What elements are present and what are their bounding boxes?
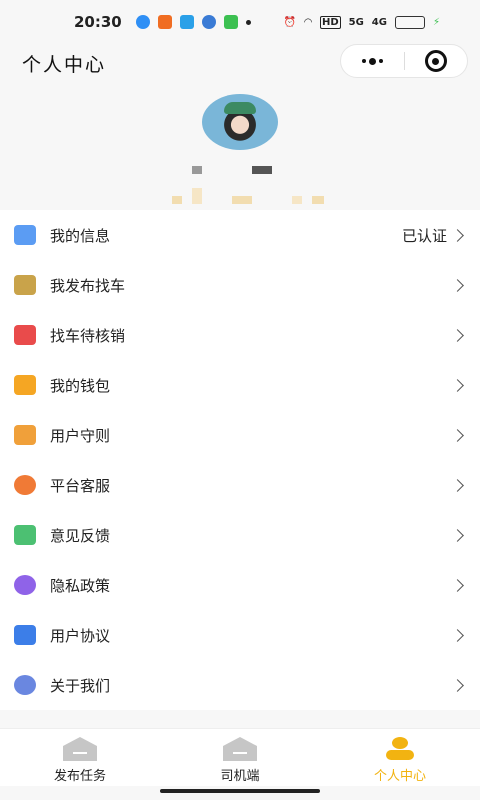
tab-label: 个人中心 [373, 769, 426, 784]
chevron-right-icon [451, 328, 464, 342]
blurred-username [252, 166, 272, 174]
feedback-icon [14, 525, 36, 545]
network-5g: 5G [348, 16, 364, 28]
blurred-info [172, 196, 182, 204]
chevron-right-icon [451, 678, 464, 692]
tab-label: 司机端 [220, 769, 260, 784]
taobao-icon [157, 15, 172, 29]
house-icon [223, 737, 257, 761]
close-miniprogram-button[interactable] [405, 45, 468, 77]
house-icon [63, 737, 97, 761]
chevron-right-icon [451, 278, 464, 292]
alarm-icon: ⏰ [283, 16, 297, 28]
menu-item-label: 找车待核销 [50, 326, 126, 345]
menu-item-label: 平台客服 [50, 476, 111, 495]
menu-item[interactable]: 我的钱包 [0, 360, 480, 410]
menu-item[interactable]: 找车待核销 [0, 310, 480, 360]
profile-section [0, 80, 480, 210]
tab-bar: 发布任务 司机端 个人中心 [0, 728, 480, 786]
more-button[interactable] [341, 45, 404, 77]
blurred-info [312, 196, 324, 204]
agreement-icon [14, 625, 36, 645]
menu-item[interactable]: 关于我们 [0, 660, 480, 710]
chevron-right-icon [451, 528, 464, 542]
blurred-info [192, 188, 202, 204]
tab-driver[interactable]: 司机端 [160, 729, 320, 786]
menu-item-label: 关于我们 [50, 676, 111, 695]
chevron-right-icon [451, 228, 464, 242]
app-notification-icon [135, 15, 150, 29]
battery-icon [394, 15, 425, 29]
menu-item[interactable]: 用户守则 [0, 410, 480, 460]
menu-item-label: 隐私政策 [50, 576, 111, 595]
id-card-icon [14, 225, 36, 245]
page-title: 个人中心 [22, 54, 107, 76]
message-app-icon [223, 15, 238, 29]
scan-icon [14, 325, 36, 345]
network-4g: 4G [371, 16, 387, 28]
tab-profile[interactable]: 个人中心 [320, 729, 480, 786]
about-icon [14, 675, 36, 695]
page-header: 个人中心 [0, 44, 480, 80]
system-icons: ⏰ ◠ HD 5G 4G ⚡ [283, 15, 440, 29]
blurred-username [192, 166, 202, 174]
chevron-right-icon [451, 478, 464, 492]
menu-item-label: 我的信息 [50, 226, 111, 245]
more-icon [361, 57, 383, 65]
person-icon [383, 737, 417, 761]
menu-item[interactable]: 我发布找车 [0, 260, 480, 310]
menu-item-label: 我的钱包 [50, 376, 111, 395]
hd-badge: HD [319, 15, 341, 29]
charging-icon: ⚡ [432, 16, 440, 28]
menu-item-label: 意见反馈 [50, 526, 111, 545]
status-time: 20:30 [74, 13, 122, 31]
send-icon [179, 15, 194, 29]
menu-item[interactable]: 平台客服 [0, 460, 480, 510]
blurred-info [232, 196, 252, 204]
wallet-icon [14, 375, 36, 395]
chevron-right-icon [451, 428, 464, 442]
menu-item-label: 我发布找车 [50, 276, 126, 295]
tab-label: 发布任务 [53, 769, 106, 784]
target-icon [424, 50, 447, 72]
home-indicator [160, 789, 320, 793]
notification-icons [135, 15, 251, 29]
chevron-right-icon [451, 578, 464, 592]
menu-item[interactable]: 隐私政策 [0, 560, 480, 610]
miniprogram-capsule [340, 44, 468, 78]
tab-publish-task[interactable]: 发布任务 [0, 729, 160, 786]
chevron-right-icon [451, 378, 464, 392]
menu-item-label: 用户协议 [50, 626, 111, 645]
wifi-icon: ◠ [304, 16, 312, 28]
menu-item[interactable]: 意见反馈 [0, 510, 480, 560]
blurred-info [292, 196, 302, 204]
menu-item[interactable]: 我的信息 已认证 [0, 210, 480, 260]
menu-item-status: 已认证 [401, 226, 447, 245]
status-bar: 20:30 ⏰ ◠ HD 5G 4G ⚡ [0, 0, 480, 44]
privacy-icon [14, 575, 36, 595]
avatar[interactable] [202, 94, 278, 150]
chevron-right-icon [451, 628, 464, 642]
menu-item[interactable]: 用户协议 [0, 610, 480, 660]
more-dot-icon [245, 19, 251, 25]
rules-icon [14, 425, 36, 445]
phone-icon [14, 475, 36, 495]
eye-app-icon [201, 15, 216, 29]
folder-icon [14, 275, 36, 295]
menu-item-label: 用户守则 [50, 426, 111, 445]
menu-list: 我的信息 已认证我发布找车找车待核销我的钱包用户守则平台客服意见反馈隐私政策用户协… [0, 210, 480, 710]
